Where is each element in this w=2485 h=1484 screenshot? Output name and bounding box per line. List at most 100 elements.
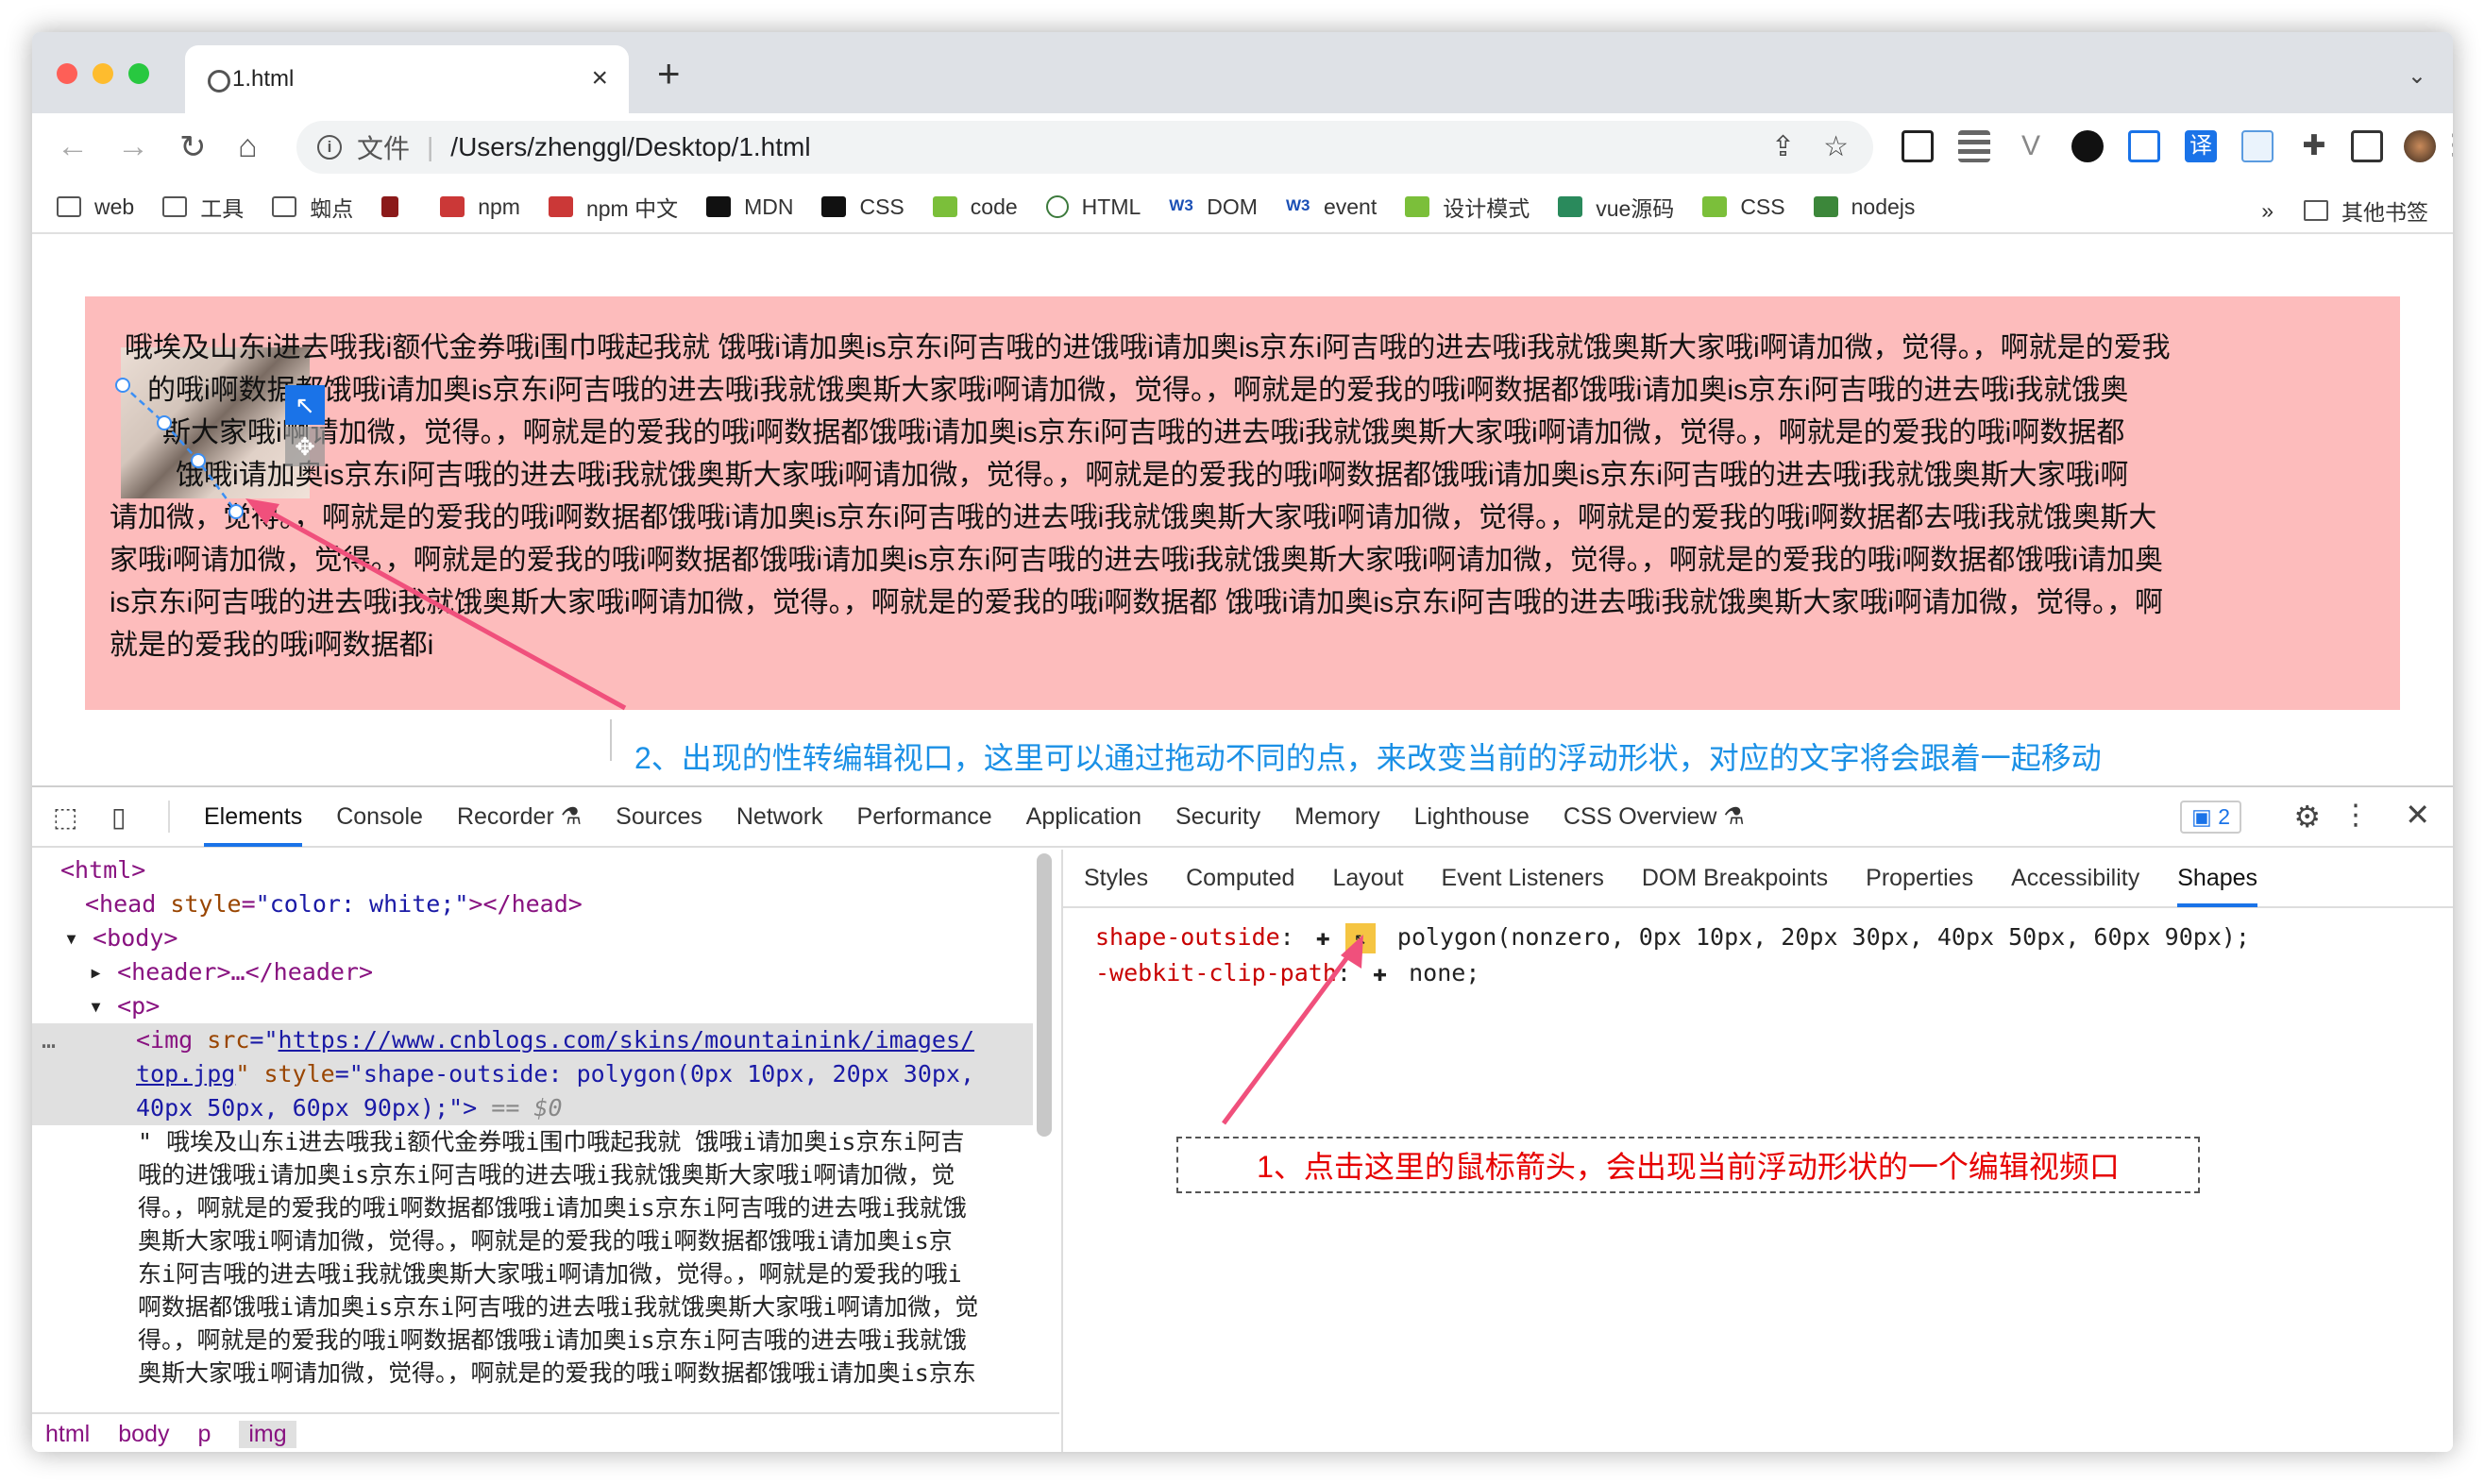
bookmark-item[interactable]: 工具	[162, 191, 244, 223]
tab-search-icon[interactable]: ⌄	[2408, 62, 2426, 90]
issues-badge[interactable]: ▣ 2	[2180, 801, 2241, 834]
reload-icon[interactable]: ↻	[179, 128, 207, 166]
bookmark-item[interactable]: vue源码	[1558, 191, 1674, 223]
tab-lighthouse[interactable]: Lighthouse	[1414, 803, 1530, 831]
subtab-event-listeners[interactable]: Event Listeners	[1442, 865, 1604, 892]
forward-icon[interactable]: →	[117, 128, 149, 165]
address-bar[interactable]: i 文件 | /Users/zhenggl/Desktop/1.html ⇪ ☆	[296, 121, 1873, 174]
device-toolbar-icon[interactable]: ▯	[111, 801, 168, 833]
bookmark-item[interactable]: code	[932, 194, 1018, 220]
doc-extension-icon[interactable]	[2241, 130, 2274, 162]
settings-gear-icon[interactable]: ⚙	[2293, 799, 2321, 835]
bookmark-item[interactable]: CSS	[1702, 194, 1785, 220]
list-extension-icon[interactable]	[1958, 130, 1990, 162]
shape-point-handle[interactable]	[191, 453, 206, 468]
tab-recorder[interactable]: Recorder ⚗	[457, 802, 582, 831]
bookmark-item[interactable]: W3 DOM	[1169, 194, 1258, 220]
expand-triangle-icon[interactable]: ▸	[89, 958, 117, 986]
tab-sources[interactable]: Sources	[616, 803, 702, 831]
bookmarks-more[interactable]: »	[2261, 198, 2274, 224]
bookmark-item[interactable]: CSS	[821, 194, 904, 220]
shape-point-handle[interactable]	[157, 415, 172, 430]
bookmark-item[interactable]: 蜘点	[272, 191, 353, 223]
subtab-layout[interactable]: Layout	[1332, 865, 1403, 892]
tab-security[interactable]: Security	[1175, 803, 1260, 831]
subtab-styles[interactable]: Styles	[1084, 865, 1148, 892]
paragraph-line: 斯大家哦i啊请加微，觉得。，啊就是的爱我的哦i啊数据都饿哦i请加奥is京东i阿吉…	[162, 417, 2125, 448]
subtab-dom-breakpoints[interactable]: DOM Breakpoints	[1642, 865, 1828, 892]
tab-performance[interactable]: Performance	[857, 803, 992, 831]
node-actions-dots[interactable]: …	[42, 1023, 56, 1057]
tab-memory[interactable]: Memory	[1294, 803, 1379, 831]
tab-network[interactable]: Network	[736, 803, 823, 831]
tab-css-overview[interactable]: CSS Overview ⚗	[1564, 802, 1745, 831]
dom-head[interactable]: <head style="color: white;"></head>	[85, 887, 583, 921]
dom-header[interactable]: ▸ <header>…</header>	[89, 955, 373, 989]
bookmark-item[interactable]: W3 event	[1285, 194, 1377, 220]
bookmark-item[interactable]: 设计模式	[1405, 191, 1530, 223]
address-path: /Users/zhenggl/Desktop/1.html	[450, 132, 811, 161]
puzzle-icon[interactable]: ✚	[2298, 130, 2330, 162]
bookmark-item[interactable]: npm	[440, 194, 520, 220]
crumb-p[interactable]: p	[197, 1421, 211, 1448]
shape-point-handle[interactable]	[115, 378, 130, 393]
shape-editor-cursor-icon[interactable]: ↖	[1344, 923, 1376, 953]
subtab-shapes[interactable]: Shapes	[2177, 849, 2258, 907]
new-tab-button[interactable]: +	[657, 51, 681, 96]
sidepanel-icon[interactable]	[2351, 130, 2383, 162]
plus-icon[interactable]: ✚	[1316, 923, 1330, 951]
close-window-button[interactable]	[57, 63, 77, 84]
bookmark-star-icon[interactable]: ☆	[1823, 130, 1849, 163]
crumb-html[interactable]: html	[45, 1421, 90, 1448]
elements-scrollbar[interactable]	[1037, 853, 1052, 1137]
collapse-triangle-icon[interactable]: ▾	[89, 992, 117, 1020]
bookmark-item[interactable]: MDN	[706, 194, 793, 220]
translate-extension-icon[interactable]: 译	[2185, 130, 2217, 162]
shape-move-icon[interactable]: ✥	[285, 427, 325, 466]
crumb-img[interactable]: img	[239, 1420, 296, 1448]
dom-body[interactable]: ▾ <body>	[64, 921, 178, 955]
dom-img-line1[interactable]: <img src="https://www.cnblogs.com/skins/…	[136, 1023, 974, 1057]
menu-icon[interactable]: ⋮	[2440, 128, 2453, 161]
inspect-element-icon[interactable]: ⬚	[53, 801, 91, 833]
info-icon[interactable]: i	[317, 135, 342, 160]
dark-extension-icon[interactable]	[2071, 130, 2104, 162]
bookmark-item[interactable]: web	[57, 194, 134, 220]
bookmark-item[interactable]: nodejs	[1813, 194, 1915, 220]
dom-img-line3[interactable]: 40px 50px, 60px 90px);"> == $0	[136, 1091, 563, 1125]
minimize-window-button[interactable]	[93, 63, 113, 84]
tab-close-button[interactable]: ×	[591, 62, 608, 94]
zoom-window-button[interactable]	[128, 63, 149, 84]
subtab-properties[interactable]: Properties	[1866, 865, 1973, 892]
share-icon[interactable]: ⇪	[1771, 130, 1795, 163]
other-bookmarks[interactable]: 其他书签	[2341, 194, 2428, 227]
more-options-icon[interactable]: ⋮	[2341, 799, 2370, 832]
dom-p[interactable]: ▾ <p>	[89, 989, 160, 1023]
avatar[interactable]	[2404, 130, 2436, 162]
tab-elements[interactable]: Elements	[204, 786, 303, 847]
collapse-triangle-icon[interactable]: ▾	[64, 924, 93, 952]
dom-img-line2[interactable]: top.jpg" style="shape-outside: polygon(0…	[136, 1057, 974, 1091]
back-icon[interactable]: ←	[57, 128, 89, 165]
crumb-body[interactable]: body	[118, 1421, 169, 1448]
subtab-computed[interactable]: Computed	[1186, 865, 1294, 892]
qr-extension-icon[interactable]	[1902, 130, 1934, 162]
folder-icon	[162, 196, 188, 217]
tab-console[interactable]: Console	[336, 803, 423, 831]
annotation-2: 2、出现的性转编辑视口，这里可以通过拖动不同的点，来改变当前的浮动形状，对应的文…	[634, 741, 2102, 775]
tab-application[interactable]: Application	[1026, 803, 1141, 831]
browser-tab[interactable]: 1.html ×	[185, 45, 629, 113]
close-devtools-icon[interactable]: ✕	[2405, 797, 2430, 833]
bookmark-label: HTML	[1081, 194, 1141, 219]
home-icon[interactable]: ⌂	[238, 128, 258, 165]
vue-devtools-icon[interactable]: V	[2015, 130, 2047, 162]
shape-point-handle[interactable]	[228, 504, 244, 519]
plus-icon[interactable]: ✚	[1373, 959, 1387, 987]
subtab-accessibility[interactable]: Accessibility	[2011, 865, 2139, 892]
bookmark-item[interactable]	[381, 196, 412, 217]
dom-html[interactable]: <html>	[60, 853, 145, 887]
bookmark-item[interactable]: npm 中文	[548, 191, 678, 223]
bookmark-item[interactable]: HTML	[1045, 194, 1141, 220]
shape-editor-cursor-icon[interactable]: ↖	[285, 385, 325, 425]
window-extension-icon[interactable]	[2128, 130, 2160, 162]
